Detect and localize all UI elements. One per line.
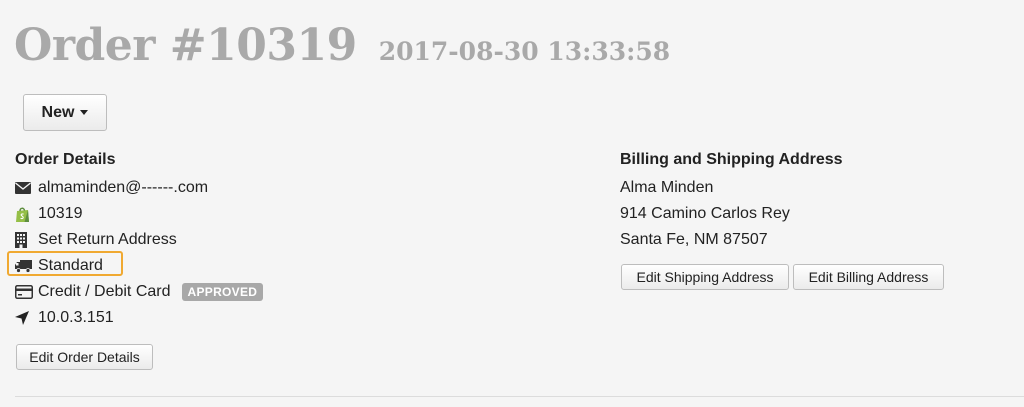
email-text: almaminden@------.com (38, 179, 209, 196)
envelope-icon (15, 180, 33, 196)
location-arrow-icon (15, 310, 33, 326)
set-return-address-text[interactable]: Set Return Address (38, 231, 177, 249)
shipping-method-highlight (7, 251, 123, 276)
email-row: almaminden@------.com (15, 175, 263, 201)
new-button-label: New (41, 103, 75, 121)
store-order-number: 10319 (38, 205, 83, 222)
address-name: Alma Minden (620, 179, 714, 196)
store-order-row: 10319 (15, 201, 263, 227)
new-dropdown-button[interactable]: New (23, 94, 107, 131)
edit-order-details-button[interactable]: Edit Order Details (16, 344, 153, 370)
order-details-title: Order Details (15, 151, 116, 168)
address-section-title: Billing and Shipping Address (620, 151, 843, 168)
page-header: Order #10319 2017-08-30 13:33:58 (14, 20, 670, 71)
order-details-section: Order Details almaminden@------.com 1031… (15, 151, 264, 331)
edit-billing-address-button[interactable]: Edit Billing Address (793, 264, 944, 290)
address-section: Billing and Shipping Address Alma Minden… (620, 151, 843, 253)
building-icon (15, 232, 33, 248)
return-address-row: Set Return Address (15, 227, 263, 253)
ip-address-text: 10.0.3.151 (38, 309, 114, 326)
address-buttons: Edit Shipping Address Edit Billing Addre… (621, 264, 944, 290)
payment-row: Credit / Debit Card APPROVED (15, 279, 264, 305)
address-city-state-zip: Santa Fe, NM 87507 (620, 231, 768, 248)
credit-card-icon (15, 284, 33, 300)
payment-status-badge: APPROVED (181, 283, 264, 301)
address-street: 914 Camino Carlos Rey (620, 205, 790, 222)
payment-method-text: Credit / Debit Card (38, 283, 171, 300)
shopify-bag-icon (15, 206, 33, 222)
order-date: 2017-08-30 13:33:58 (378, 37, 671, 66)
edit-shipping-address-button[interactable]: Edit Shipping Address (621, 264, 789, 290)
caret-down-icon (80, 110, 89, 115)
ip-address-row: 10.0.3.151 (15, 305, 263, 331)
section-divider (15, 396, 1024, 397)
order-title: Order #10319 (14, 20, 357, 71)
